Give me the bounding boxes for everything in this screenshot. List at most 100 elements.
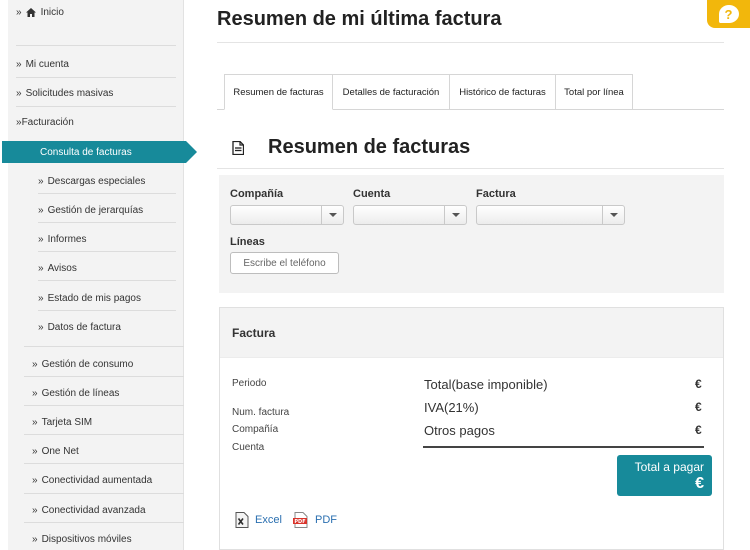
sidebar: » Inicio » Mi cuenta » Solicitudes masiv… bbox=[8, 0, 184, 550]
sidebar-item-label: Facturación bbox=[21, 116, 74, 128]
base-amount-value: € bbox=[695, 377, 702, 391]
sidebar-item-consumo[interactable]: » Gestión de consumo bbox=[32, 355, 133, 373]
lines-label: Líneas bbox=[230, 236, 265, 248]
tab-bar: Resumen de facturas Detalles de facturac… bbox=[224, 74, 633, 110]
company-select[interactable] bbox=[230, 205, 344, 225]
sidebar-item-informes[interactable]: » Informes bbox=[38, 230, 86, 248]
chevron-down-icon bbox=[602, 206, 624, 224]
sidebar-item-lineas[interactable]: » Gestión de líneas bbox=[32, 384, 119, 402]
divider bbox=[38, 222, 176, 223]
sidebar-item-label: Solicitudes masivas bbox=[25, 87, 114, 99]
chevron-down-icon bbox=[321, 206, 343, 224]
divider bbox=[24, 463, 184, 464]
help-button[interactable]: ? bbox=[707, 0, 750, 28]
total-value: € bbox=[695, 475, 704, 492]
company-label: Compañía bbox=[230, 188, 284, 200]
period-label: Periodo bbox=[232, 378, 267, 389]
sidebar-item-consulta-facturas[interactable]: Consulta de facturas bbox=[2, 141, 197, 163]
divider bbox=[16, 77, 176, 78]
sidebar-item-facturacion[interactable]: » Facturación bbox=[16, 113, 74, 131]
help-icon: ? bbox=[718, 5, 739, 23]
sidebar-item-solicitudes[interactable]: » Solicitudes masivas bbox=[16, 84, 113, 102]
sidebar-item-sim[interactable]: » Tarjeta SIM bbox=[32, 413, 92, 431]
divider bbox=[38, 280, 176, 281]
invoice-header-title: Factura bbox=[232, 326, 276, 340]
vat-value: € bbox=[695, 400, 702, 414]
divider bbox=[217, 42, 724, 43]
sidebar-item-label: Descargas especiales bbox=[47, 175, 146, 187]
sidebar-item-avisos[interactable]: » Avisos bbox=[38, 259, 77, 277]
pdf-label: PDF bbox=[315, 514, 337, 526]
section-title: Resumen de facturas bbox=[268, 136, 471, 158]
tab-historico-facturas[interactable]: Histórico de facturas bbox=[450, 74, 556, 110]
document-icon bbox=[232, 140, 245, 156]
sidebar-item-label: Informes bbox=[47, 233, 87, 245]
sidebar-item-label: Estado de mis pagos bbox=[47, 292, 141, 304]
sidebar-item-datos-factura[interactable]: » Datos de factura bbox=[38, 318, 121, 336]
account-select[interactable] bbox=[353, 205, 467, 225]
divider bbox=[24, 522, 184, 523]
vat-label: IVA(21%) bbox=[424, 400, 479, 415]
sidebar-item-one-net[interactable]: » One Net bbox=[32, 442, 79, 460]
excel-download-link[interactable]: Excel bbox=[235, 512, 282, 528]
sidebar-item-label: One Net bbox=[41, 445, 79, 457]
divider bbox=[423, 446, 704, 448]
sidebar-item-dispositivos[interactable]: » Dispositivos móviles bbox=[32, 530, 132, 548]
invoice-select[interactable] bbox=[476, 205, 625, 225]
svg-text:PDF: PDF bbox=[294, 519, 305, 525]
divider bbox=[217, 168, 724, 169]
invoice-number-label: Num. factura bbox=[232, 407, 290, 418]
total-to-pay-button[interactable]: Total a pagar € bbox=[617, 455, 712, 496]
sidebar-item-label: Datos de factura bbox=[47, 321, 121, 333]
excel-icon bbox=[235, 512, 249, 528]
divider bbox=[38, 310, 176, 311]
divider bbox=[16, 106, 176, 107]
divider bbox=[24, 376, 184, 377]
other-payments-label: Otros pagos bbox=[424, 423, 495, 438]
sidebar-item-label: Mi cuenta bbox=[25, 58, 69, 70]
sidebar-item-label: Inicio bbox=[40, 6, 64, 18]
phone-input[interactable] bbox=[230, 252, 339, 274]
tab-total-linea[interactable]: Total por línea bbox=[556, 74, 633, 110]
account-label: Cuenta bbox=[353, 188, 391, 200]
sidebar-item-label: Gestión de jerarquías bbox=[47, 204, 144, 216]
tab-detalles-facturacion[interactable]: Detalles de facturación bbox=[333, 74, 450, 110]
base-amount-label: Total(base imponible) bbox=[424, 377, 548, 392]
total-label: Total a pagar bbox=[634, 460, 704, 474]
sidebar-item-label: Conectividad aumentada bbox=[41, 474, 153, 486]
sidebar-item-conectividad-avanzada[interactable]: » Conectividad avanzada bbox=[32, 501, 146, 519]
sidebar-item-descargas[interactable]: » Descargas especiales bbox=[38, 172, 145, 190]
invoice-label: Factura bbox=[476, 188, 516, 200]
divider bbox=[24, 346, 184, 347]
filter-panel bbox=[219, 175, 724, 293]
divider bbox=[16, 45, 176, 46]
account-field-label: Cuenta bbox=[232, 442, 265, 453]
pdf-download-link[interactable]: PDF PDF bbox=[293, 512, 337, 528]
sidebar-item-label: Tarjeta SIM bbox=[41, 416, 93, 428]
sidebar-item-label: Gestión de consumo bbox=[41, 358, 134, 370]
divider bbox=[38, 193, 176, 194]
divider bbox=[24, 434, 184, 435]
excel-label: Excel bbox=[255, 514, 282, 526]
divider bbox=[24, 405, 184, 406]
sidebar-item-label: Consulta de facturas bbox=[40, 146, 132, 158]
divider bbox=[38, 251, 176, 252]
sidebar-item-label: Avisos bbox=[47, 262, 77, 274]
sidebar-item-label: Conectividad avanzada bbox=[41, 504, 146, 516]
sidebar-item-label: Dispositivos móviles bbox=[41, 533, 132, 545]
pdf-icon: PDF bbox=[293, 512, 309, 528]
invoice-header: Factura bbox=[220, 308, 723, 358]
divider bbox=[24, 493, 184, 494]
sidebar-item-estado-pagos[interactable]: » Estado de mis pagos bbox=[38, 289, 141, 307]
sidebar-item-label: Gestión de líneas bbox=[41, 387, 120, 399]
tab-resumen-facturas[interactable]: Resumen de facturas bbox=[224, 74, 333, 110]
sidebar-item-home[interactable]: » Inicio bbox=[16, 3, 64, 21]
sidebar-item-conectividad-aumentada[interactable]: » Conectividad aumentada bbox=[32, 471, 152, 489]
page-title: Resumen de mi última factura bbox=[217, 8, 502, 30]
sidebar-item-jerarquias[interactable]: » Gestión de jerarquías bbox=[38, 201, 143, 219]
company-field-label: Compañía bbox=[232, 424, 279, 435]
sidebar-item-mi-cuenta[interactable]: » Mi cuenta bbox=[16, 55, 69, 73]
home-icon bbox=[25, 7, 36, 17]
chevron-down-icon bbox=[444, 206, 466, 224]
other-payments-value: € bbox=[695, 423, 702, 437]
